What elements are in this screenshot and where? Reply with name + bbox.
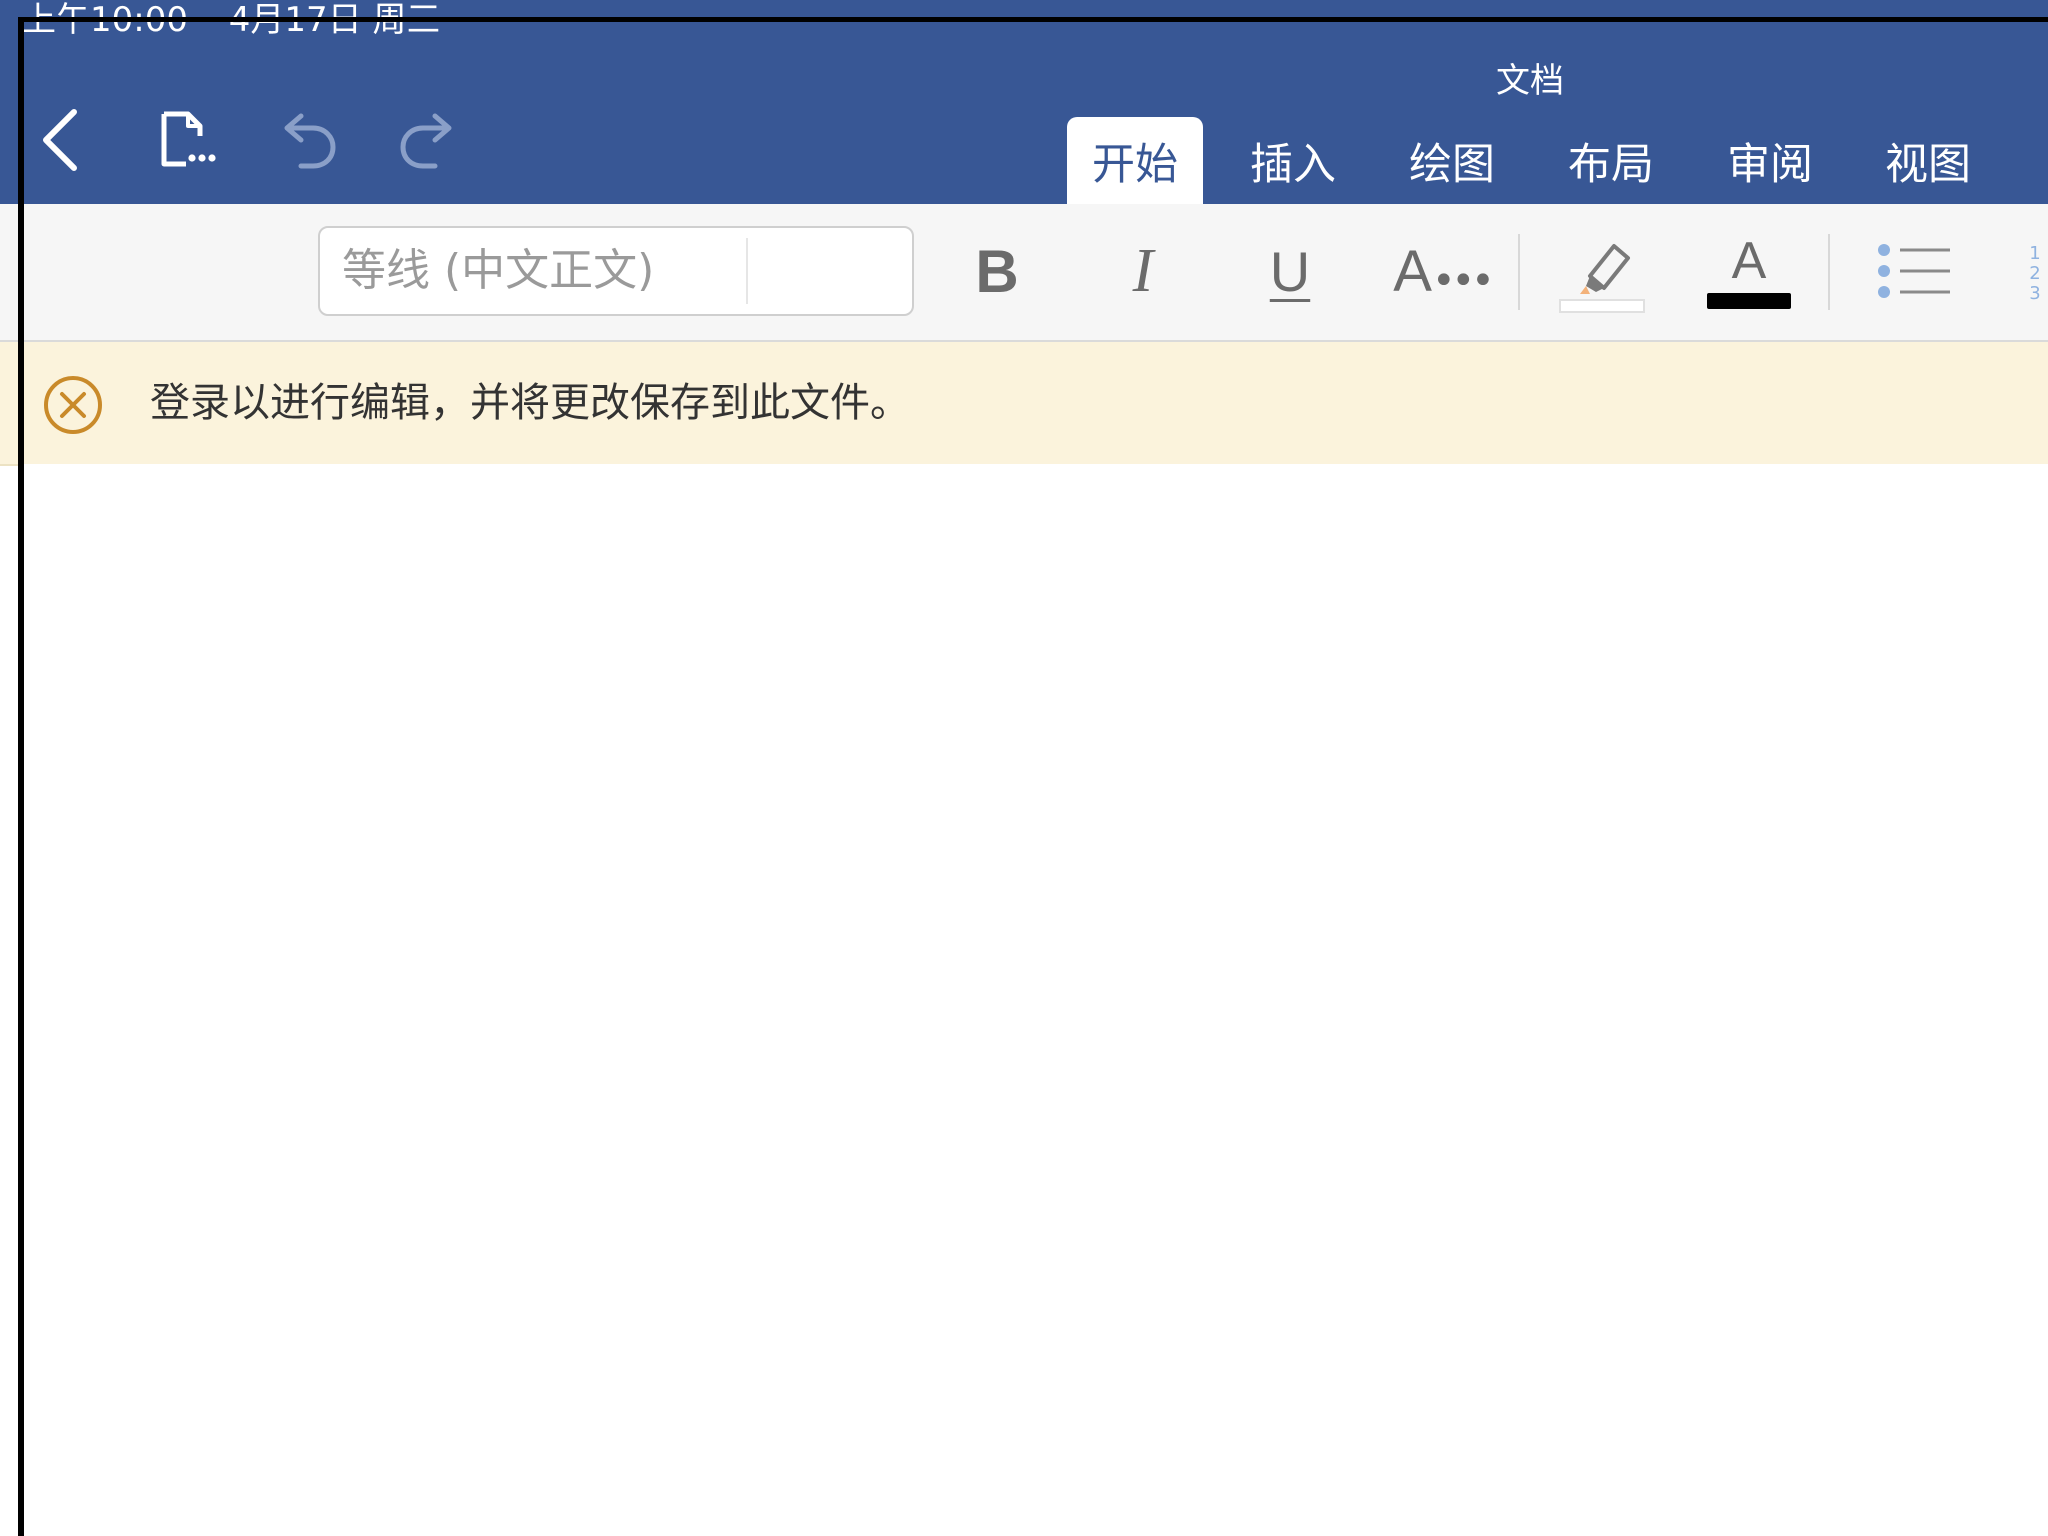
file-menu-icon	[161, 111, 216, 167]
tab-draw[interactable]: 绘图	[1384, 117, 1520, 204]
tab-view[interactable]: 视图	[1860, 117, 1996, 204]
font-color-icon: A	[1731, 232, 1767, 290]
tab-home[interactable]: 开始	[1067, 117, 1203, 204]
italic-icon: I	[1132, 236, 1154, 305]
frame-line	[18, 17, 2048, 22]
undo-icon	[284, 113, 336, 169]
bold-button[interactable]: B	[952, 226, 1042, 316]
underline-button[interactable]: U	[1245, 226, 1335, 316]
highlight-button[interactable]	[1556, 226, 1650, 316]
status-bar: 上午10:00 4月17日 周三	[22, 0, 471, 46]
bulleted-list-button[interactable]	[1866, 226, 1962, 316]
sign-in-banner: 登录以进行编辑，并将更改保存到此文件。	[0, 342, 2048, 466]
tab-layout[interactable]: 布局	[1543, 117, 1679, 204]
font-effects-icon: A	[1393, 238, 1432, 304]
font-color-swatch	[1707, 293, 1791, 309]
redo-icon	[400, 113, 452, 169]
back-chevron-icon	[43, 109, 77, 171]
toolbar-divider	[1518, 234, 1520, 310]
highlighter-icon	[1559, 244, 1645, 313]
tab-insert[interactable]: 插入	[1225, 117, 1361, 204]
close-circle-icon[interactable]	[42, 374, 104, 436]
font-size-field[interactable]	[760, 228, 910, 314]
numbered-list-button[interactable]: 1 2 3	[2022, 244, 2048, 304]
font-color-button[interactable]: A	[1704, 226, 1794, 316]
font-picker-divider	[746, 238, 748, 304]
bulleted-list-icon	[1878, 244, 1950, 298]
file-menu-button[interactable]	[148, 104, 220, 176]
font-picker[interactable]: 等线 (中文正文)	[318, 226, 914, 316]
more-dots-icon: •••	[1431, 258, 1495, 304]
toolbar-divider	[1828, 234, 1830, 310]
app-header: 上午10:00 4月17日 周三 文档 开始 插入 绘图 布局 审阅 视图	[0, 0, 2048, 204]
tab-review[interactable]: 审阅	[1702, 117, 1838, 204]
underline-icon: U	[1269, 239, 1311, 303]
bold-icon: B	[975, 237, 1019, 305]
font-name-field[interactable]: 等线 (中文正文)	[342, 228, 654, 314]
font-effects-button[interactable]: A •••	[1392, 226, 1495, 316]
numbered-list-digit: 2	[2029, 263, 2041, 284]
ribbon-toolbar: 等线 (中文正文) B I U A ••• A 1 2 3	[0, 204, 2048, 342]
redo-button[interactable]	[394, 104, 466, 176]
numbered-list-digit: 3	[2029, 283, 2041, 304]
numbered-list-digit: 1	[2029, 243, 2041, 264]
italic-button[interactable]: I	[1098, 226, 1188, 316]
document-title: 文档	[1496, 61, 1564, 101]
undo-button[interactable]	[270, 104, 342, 176]
frame-line	[18, 17, 24, 1536]
document-canvas[interactable]	[24, 464, 2048, 1536]
back-button[interactable]	[24, 104, 96, 176]
banner-message[interactable]: 登录以进行编辑，并将更改保存到此文件。	[150, 342, 910, 464]
